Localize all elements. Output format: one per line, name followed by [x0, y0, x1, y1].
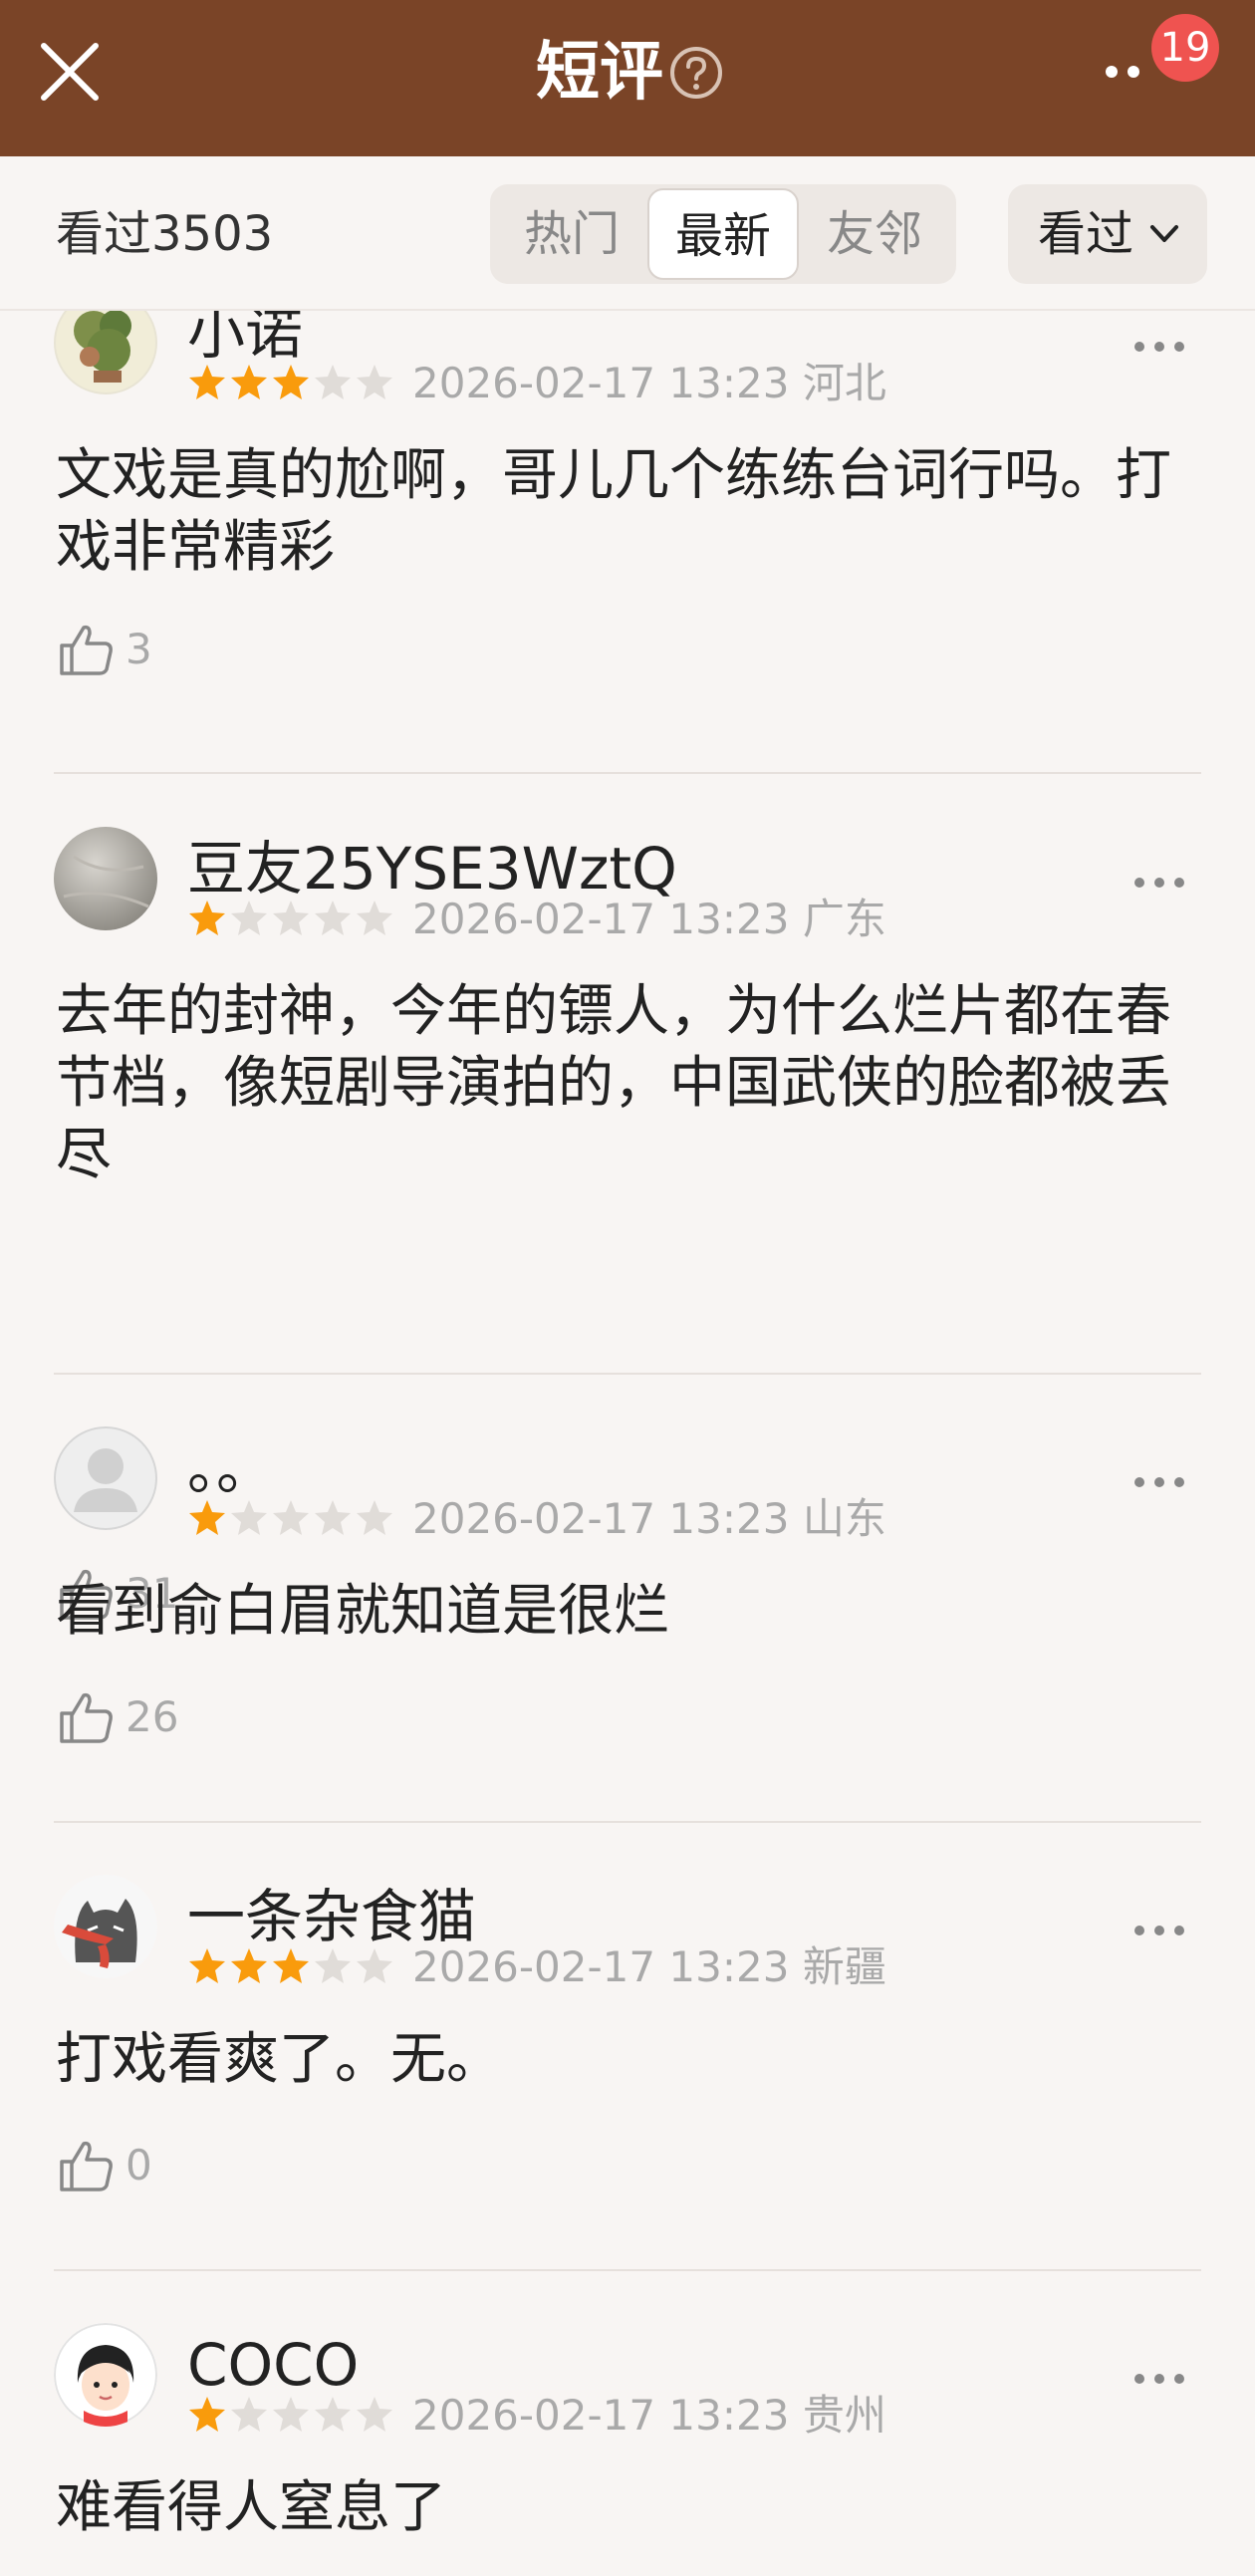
like-count: 26 [126, 1692, 179, 1741]
star-empty-icon [315, 1500, 351, 1535]
more-options-icon[interactable] [1131, 337, 1187, 357]
comment-time: 2026-02-17 13:23 [412, 2391, 790, 2440]
comment-meta: 2026-02-17 13:23 河北 [412, 359, 886, 408]
star-filled-icon [231, 365, 267, 399]
comment-text: 打戏看爽了。无。 [56, 2027, 502, 2092]
avatar[interactable] [54, 827, 157, 930]
comment-time: 2026-02-17 13:23 [412, 1494, 790, 1543]
star-empty-icon [315, 365, 351, 399]
watched-filter-label: 看过 [1038, 206, 1134, 262]
divider [54, 1821, 1201, 1823]
watched-filter-dropdown[interactable]: 看过 [1008, 184, 1207, 284]
star-empty-icon [231, 1500, 267, 1535]
divider [54, 1373, 1201, 1375]
tab-latest[interactable]: 最新 [647, 188, 799, 280]
avatar[interactable] [54, 2323, 157, 2427]
avatar[interactable] [54, 311, 157, 394]
star-empty-icon [315, 2397, 351, 2432]
top-bar: 短评 19 [0, 0, 1255, 156]
comment-meta: 2026-02-17 13:23 新疆 [412, 1942, 886, 1992]
comment-meta: 2026-02-17 13:23 贵州 [412, 2391, 886, 2441]
star-empty-icon [357, 1500, 392, 1535]
divider [54, 2269, 1201, 2271]
star-empty-icon [231, 2397, 267, 2432]
comment-region: 山东 [802, 1494, 886, 1543]
rating-stars [187, 363, 396, 402]
page-title: 短评 [536, 36, 663, 110]
star-empty-icon [315, 1948, 351, 1983]
comment-time: 2026-02-17 13:23 [412, 359, 790, 407]
rating-stars [187, 1946, 396, 1986]
comment-region: 河北 [802, 359, 886, 407]
comment-time: 2026-02-17 13:23 [412, 1942, 790, 1991]
username[interactable]: 小诺 [187, 311, 303, 369]
username[interactable]: COCO [187, 2329, 359, 2401]
star-empty-icon [273, 2397, 309, 2432]
more-options-icon[interactable] [1131, 1472, 1187, 1492]
star-empty-icon [273, 901, 309, 935]
star-filled-icon [189, 2397, 225, 2432]
comment-region: 广东 [802, 895, 886, 943]
like-count: 0 [126, 2141, 152, 2190]
star-empty-icon [315, 901, 351, 935]
comment-meta: 2026-02-17 13:23 山东 [412, 1494, 886, 1544]
notification-badge: 19 [1151, 14, 1219, 82]
help-icon[interactable] [669, 46, 723, 100]
comment-meta: 2026-02-17 13:23 广东 [412, 895, 886, 944]
sort-tabs: 热门 最新 友邻 [490, 184, 956, 284]
divider [54, 772, 1201, 774]
rating-stars [187, 2395, 396, 2435]
comment-text: 难看得人窒息了 [56, 2475, 446, 2540]
star-filled-icon [273, 365, 309, 399]
tab-friends[interactable]: 友邻 [799, 188, 950, 280]
star-empty-icon [357, 1948, 392, 1983]
star-empty-icon [357, 901, 392, 935]
star-filled-icon [273, 1948, 309, 1983]
username[interactable]: 。。 [187, 1432, 274, 1504]
star-filled-icon [231, 1948, 267, 1983]
comment-time: 2026-02-17 13:23 [412, 895, 790, 943]
star-filled-icon [189, 901, 225, 935]
avatar[interactable] [54, 1875, 157, 1978]
star-filled-icon [189, 365, 225, 399]
tab-hot[interactable]: 热门 [496, 188, 647, 280]
comment-text: 看到俞白眉就知道是很烂 [56, 1579, 669, 1644]
star-filled-icon [189, 1948, 225, 1983]
more-options-icon[interactable] [1131, 873, 1187, 893]
like-count: 3 [126, 625, 152, 673]
more-options-icon[interactable] [1131, 1921, 1187, 1940]
more-options-icon[interactable] [1131, 2369, 1187, 2389]
filter-bar: 看过3503 热门 最新 友邻 看过 [0, 156, 1255, 311]
star-filled-icon [189, 1500, 225, 1535]
comment-region: 贵州 [802, 2391, 886, 2440]
comment-region: 新疆 [802, 1942, 886, 1991]
thumbs-up-icon [60, 2141, 113, 2191]
comment-text: 文戏是真的尬啊，哥儿几个练练台词行吗。打戏非常精彩 [56, 443, 1171, 580]
star-empty-icon [357, 2397, 392, 2432]
star-empty-icon [231, 901, 267, 935]
thumbs-up-icon [60, 625, 113, 675]
star-empty-icon [273, 1500, 309, 1535]
rating-stars [187, 899, 396, 938]
chevron-down-icon [1150, 225, 1178, 242]
avatar[interactable] [54, 1426, 157, 1530]
comment-text: 去年的封神，今年的镖人，为什么烂片都在春节档，像短剧导演拍的，中国武侠的脸都被丢… [56, 979, 1171, 1187]
comment-list: 小诺 2026-02-17 13:23 河北 文戏是真的尬啊，哥儿几个练练台词行… [0, 311, 1255, 2576]
seen-count: 看过3503 [56, 206, 274, 262]
rating-stars [187, 1498, 396, 1538]
star-empty-icon [357, 365, 392, 399]
thumbs-up-icon [60, 1692, 113, 1743]
